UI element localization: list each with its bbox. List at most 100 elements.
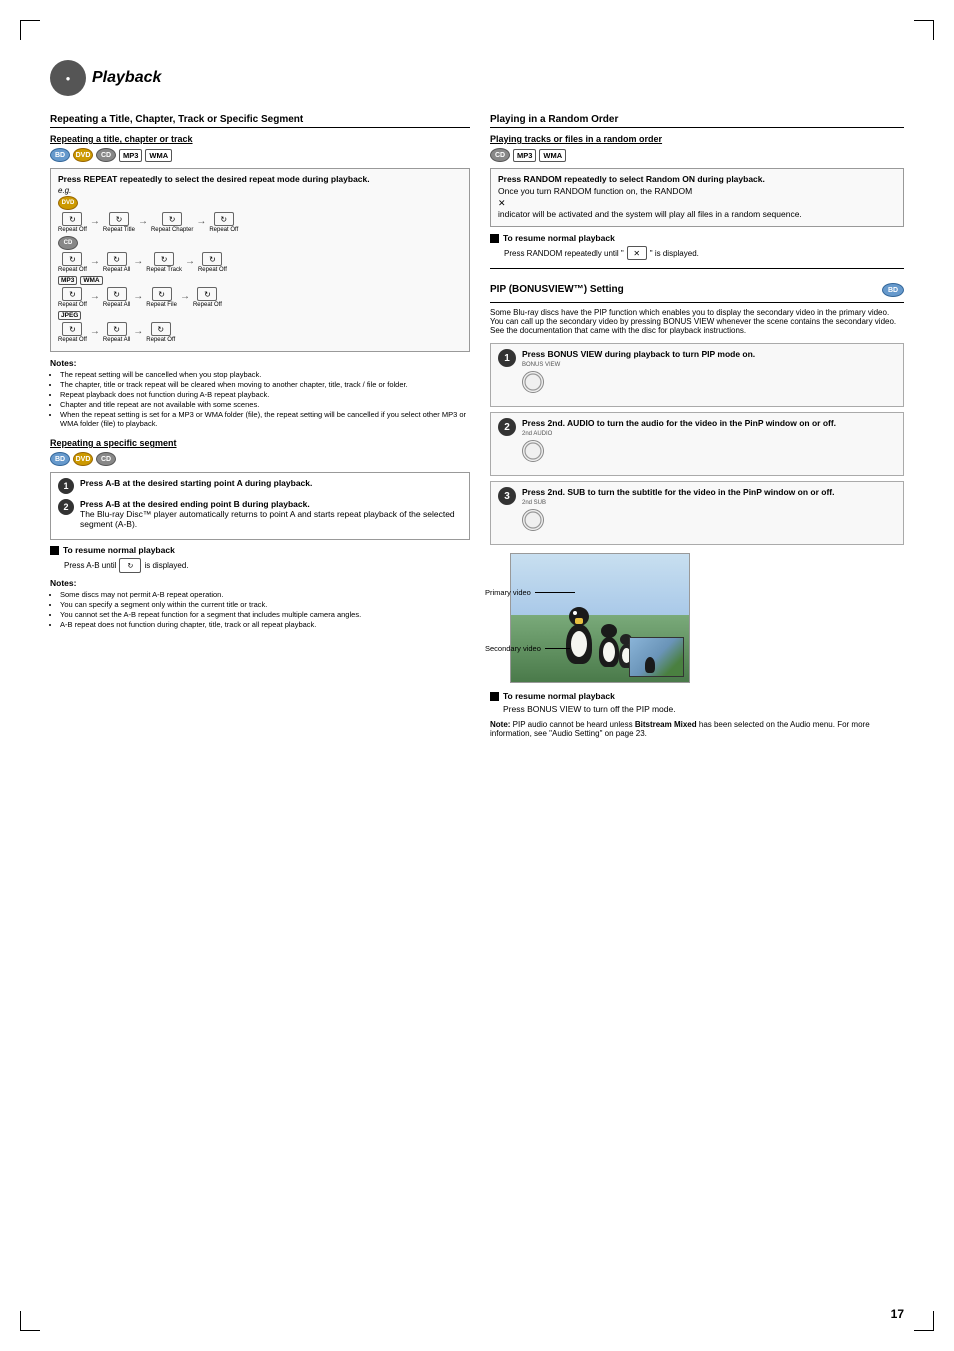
pip-section: PIP (BONUSVIEW™) Setting BD Some Blu-ray… <box>490 283 904 738</box>
sub-label: 2nd SUB <box>522 500 896 506</box>
seq-icon-mp3o2: ↻ <box>197 287 217 301</box>
sub1-heading: Repeating a title, chapter or track <box>50 134 470 144</box>
pip-step3: 3 Press 2nd. SUB to turn the subtitle fo… <box>498 487 896 531</box>
page-number: 17 <box>891 1307 904 1321</box>
pip-step2-content: Press 2nd. AUDIO to turn the audio for t… <box>522 418 896 462</box>
secondary-label: Secondary video <box>485 644 541 653</box>
mp3-seq: ↻ Repeat Off → ↻ Repeat All → ↻ Repeat F… <box>58 287 462 308</box>
pip-step1: 1 Press BONUS VIEW during playback to tu… <box>498 349 896 393</box>
arrow-jpeg2: → <box>133 326 143 343</box>
jpeg-badge-row: JPEG <box>58 311 462 320</box>
badge-cd: CD <box>96 148 116 162</box>
sub2-heading: Repeating a specific segment <box>50 438 470 448</box>
seq-cd-off2: ↻ Repeat Off <box>198 252 227 273</box>
seq-jpeg-off2: ↻ Repeat Off <box>146 322 175 343</box>
seq-lbl-rc: Repeat Chapter <box>151 227 193 233</box>
random-badge-wma: WMA <box>539 149 566 162</box>
pip-step1-content: Press BONUS VIEW during playback to turn… <box>522 349 896 393</box>
penguin2-belly <box>603 642 615 662</box>
step2-content: Press A-B at the desired ending point B … <box>80 499 462 529</box>
resume-heading-sub2: To resume normal playback <box>50 545 470 555</box>
sub-button-icon <box>522 509 544 531</box>
seq-icon-mp3a: ↻ <box>107 287 127 301</box>
resume-ab-suffix: is displayed. <box>144 561 188 570</box>
pip-intro: Some Blu-ray discs have the PIP function… <box>490 308 904 335</box>
page-title-area: ● Playback <box>50 60 904 96</box>
random-sub-heading: Playing tracks or files in a random orde… <box>490 134 904 144</box>
sub1-badges: BD DVD CD MP3 WMA <box>50 148 470 162</box>
note1-item5: When the repeat setting is set for a MP3… <box>60 410 470 428</box>
pip-small-window <box>629 637 684 677</box>
arrow3: → <box>196 216 206 233</box>
note1-item1: The repeat setting will be cancelled whe… <box>60 370 470 379</box>
seq-lbl-cda: Repeat All <box>103 267 130 273</box>
notes1: Notes: The repeat setting will be cancel… <box>50 358 470 428</box>
seq-lbl-mp3a: Repeat All <box>103 302 130 308</box>
arrow2: → <box>138 216 148 233</box>
sub2-badge-bd: BD <box>50 452 70 466</box>
primary-label-row: Primary video <box>485 588 575 597</box>
random-badges: CD MP3 WMA <box>490 148 904 162</box>
seq-icon-cdo1: ↻ <box>62 252 82 266</box>
seq-lbl-ro1: Repeat Off <box>58 227 87 233</box>
repeat-instr-text: Press REPEAT repeatedly to select the de… <box>58 174 462 184</box>
seq-icon-ro2: ↻ <box>214 212 234 226</box>
random-resume-label: To resume normal playback <box>503 233 615 243</box>
title-icon-label: ● <box>66 74 71 83</box>
seq-icon-ro1: ↻ <box>62 212 82 226</box>
primary-label: Primary video <box>485 588 531 597</box>
random-cross-icon: ✕ <box>498 198 506 209</box>
seq-mp3-file: ↻ Repeat File <box>146 287 177 308</box>
divider-random-pip <box>490 268 904 269</box>
seq-lbl-cdt: Repeat Track <box>146 267 182 273</box>
bonus-view-label: BONUS VIEW <box>522 362 896 368</box>
seq-cd-all: ↻ Repeat All <box>103 252 130 273</box>
secondary-line <box>545 648 570 649</box>
resume-ab-text: Press A-B until <box>64 561 116 570</box>
pip-note: Note: PIP audio cannot be heard unless B… <box>490 720 904 738</box>
random-heading: Playing in a Random Order <box>490 114 904 128</box>
seq-mp3-off1: ↻ Repeat Off <box>58 287 87 308</box>
arrow-mp32: → <box>133 291 143 308</box>
seq-icon-rt: ↻ <box>109 212 129 226</box>
eg-label: e.g. <box>58 186 462 195</box>
pip-step3-content: Press 2nd. SUB to turn the subtitle for … <box>522 487 896 531</box>
penguin1-body <box>566 624 592 664</box>
step1-ab: 1 Press A-B at the desired starting poin… <box>58 478 462 494</box>
seq-cd-track: ↻ Repeat Track <box>146 252 182 273</box>
step2-detail: The Blu-ray Disc™ player automatically r… <box>80 509 462 529</box>
pip-step2-text: Press 2nd. AUDIO to turn the audio for t… <box>522 418 896 428</box>
secondary-label-row: Secondary video <box>485 644 570 653</box>
seq-icon-jpego2: ↻ <box>151 322 171 336</box>
penguin2-head <box>601 624 617 638</box>
notes2-title: Notes: <box>50 578 470 588</box>
arrow-cd1: → <box>90 256 100 273</box>
sub2-badge-dvd: DVD <box>73 452 93 466</box>
pip-penguin <box>645 657 655 673</box>
pip-step1-num: 1 <box>498 349 516 367</box>
seq-cd-off1: ↻ Repeat Off <box>58 252 87 273</box>
arrow1: → <box>90 216 100 233</box>
seq-icon-jpego1: ↻ <box>62 322 82 336</box>
jpeg-seq: ↻ Repeat Off → ↻ Repeat All → ↻ Repeat O… <box>58 322 462 343</box>
notes2: Notes: Some discs may not permit A-B rep… <box>50 578 470 629</box>
penguin1 <box>566 624 592 664</box>
right-column: Playing in a Random Order Playing tracks… <box>490 114 904 738</box>
section1-heading: Repeating a Title, Chapter, Track or Spe… <box>50 114 470 128</box>
cd-badge: CD <box>58 236 78 250</box>
arrow-cd2: → <box>133 256 143 273</box>
cd-badge-row: CD <box>58 236 462 250</box>
pip-main-image <box>510 553 690 683</box>
step1-num: 1 <box>58 478 74 494</box>
note1-item4: Chapter and title repeat are not availab… <box>60 400 470 409</box>
repeat-off-icon: ↻ <box>119 558 141 573</box>
note2-item3: You cannot set the A-B repeat function f… <box>60 610 470 619</box>
note2-item2: You can specify a segment only within th… <box>60 600 470 609</box>
seq-lbl-ro2: Repeat Off <box>209 227 238 233</box>
bonus-view-button-icon <box>522 371 544 393</box>
seq-icon-jpega: ↻ <box>107 322 127 336</box>
pip-step2: 2 Press 2nd. AUDIO to turn the audio for… <box>498 418 896 462</box>
wma-badge-2: WMA <box>80 276 102 285</box>
seq-lbl-jpego1: Repeat Off <box>58 337 87 343</box>
note1-item3: Repeat playback does not function during… <box>60 390 470 399</box>
